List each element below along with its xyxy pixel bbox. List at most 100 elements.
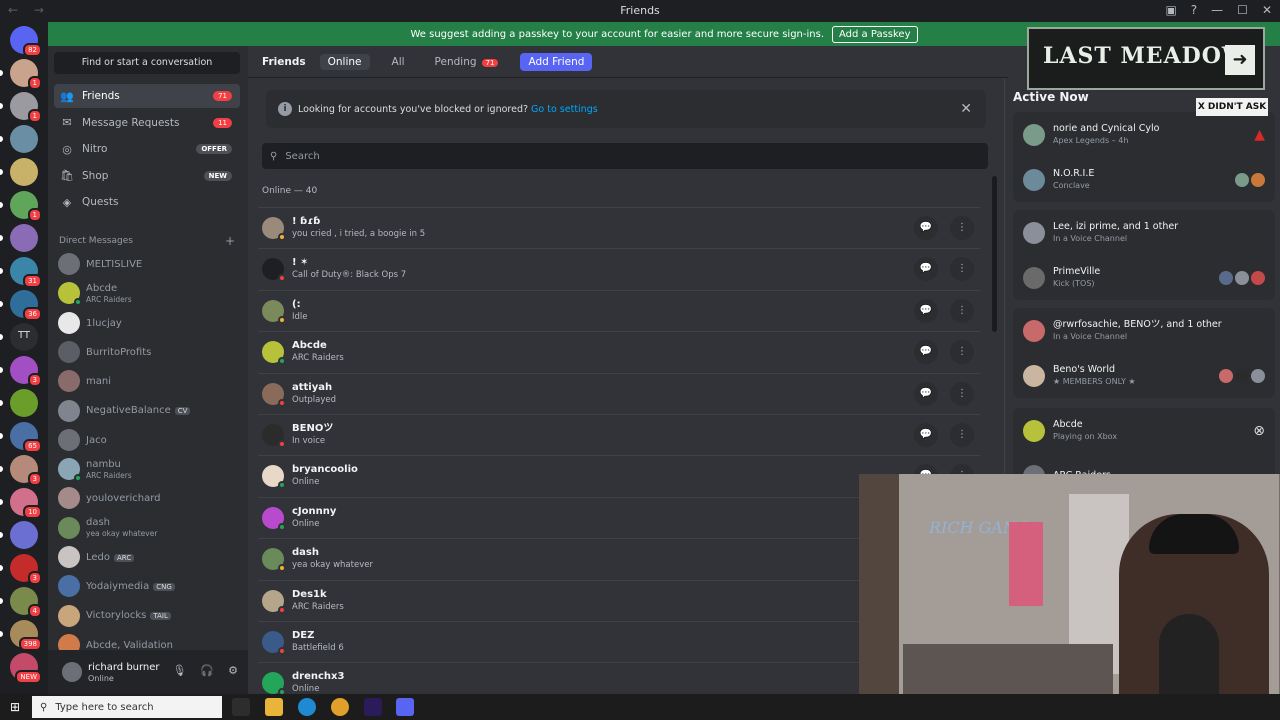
add-passkey-button[interactable]: Add a Passkey — [832, 25, 918, 43]
server-icon[interactable]: 3 — [10, 356, 42, 387]
premiere-icon[interactable] — [364, 698, 382, 716]
tab-pending[interactable]: Pending 71 — [427, 54, 507, 70]
activity-right — [1219, 369, 1265, 383]
sidebar-item-nitro[interactable]: ◎ Nitro OFFER — [54, 137, 240, 161]
discord-taskbar-icon[interactable] — [396, 698, 414, 716]
inbox-icon[interactable]: ▣ — [1165, 3, 1176, 17]
avatar — [58, 399, 80, 422]
close-notice-icon[interactable]: ✕ — [960, 101, 972, 117]
server-icon[interactable]: 31 — [10, 257, 42, 288]
message-icon[interactable]: 💬 — [914, 423, 938, 447]
dm-item[interactable]: nambu ARC Raiders — [54, 455, 240, 483]
file-explorer-icon[interactable] — [265, 698, 283, 716]
server-icon[interactable] — [10, 125, 38, 153]
tab-all[interactable]: All — [384, 54, 413, 70]
friend-row[interactable]: BENOツ In voice 💬 ⋮ — [258, 414, 980, 455]
sidebar-item-message-requests[interactable]: ✉ Message Requests 11 — [54, 111, 240, 135]
message-icon[interactable]: 💬 — [914, 340, 938, 365]
activity-card[interactable]: @rwrfosachie, BENOツ, and 1 other In a Voi… — [1013, 308, 1275, 398]
maximize-button[interactable]: ☐ — [1237, 3, 1248, 17]
server-icon[interactable]: 82 — [10, 26, 42, 57]
dm-item[interactable]: mani — [54, 367, 240, 395]
dm-item[interactable]: Ledo ARC — [54, 543, 240, 571]
unread-pip — [0, 466, 3, 472]
server-icon[interactable]: 10 — [10, 488, 42, 519]
more-options-icon[interactable]: ⋮ — [950, 423, 974, 447]
message-icon[interactable]: 💬 — [914, 381, 938, 406]
friend-row[interactable]: ! ɓɾɓ you cried , i tried, a boogie in 5 💬… — [258, 207, 980, 248]
windows-start-icon[interactable]: ⊞ — [10, 700, 20, 714]
microphone-icon[interactable]: 🎙 — [172, 664, 186, 677]
close-button[interactable]: ✕ — [1262, 3, 1272, 17]
friend-row[interactable]: attiyah Outplayed 💬 ⋮ — [258, 372, 980, 414]
find-conversation-button[interactable]: Find or start a conversation — [54, 52, 240, 74]
activity-card[interactable]: Lee, izi prime, and 1 other In a Voice Ch… — [1013, 210, 1275, 300]
server-icon[interactable] — [10, 521, 38, 549]
server-icon[interactable]: 4 — [10, 587, 42, 618]
go-to-settings-link[interactable]: Go to settings — [531, 104, 598, 115]
dm-item[interactable]: 1lucjay — [54, 309, 240, 337]
message-icon[interactable]: 💬 — [914, 257, 938, 282]
edge-icon[interactable] — [298, 698, 316, 716]
more-options-icon[interactable]: ⋮ — [950, 381, 974, 406]
server-icon[interactable]: 3 — [10, 554, 42, 585]
server-icon[interactable] — [10, 224, 38, 252]
server-icon[interactable]: 1 — [10, 191, 42, 222]
dm-item[interactable]: youloverichard — [54, 484, 240, 512]
server-icon[interactable] — [10, 158, 38, 186]
server-icon[interactable]: 65 — [10, 422, 42, 453]
avatar — [58, 458, 82, 483]
help-icon[interactable]: ? — [1191, 3, 1197, 17]
add-friend-button[interactable]: Add Friend — [520, 52, 593, 71]
more-options-icon[interactable]: ⋮ — [950, 340, 974, 365]
tab-online[interactable]: Online — [319, 53, 370, 70]
more-options-icon[interactable]: ⋮ — [950, 298, 974, 323]
settings-gear-icon[interactable]: ⚙ — [228, 664, 238, 677]
sidebar-item-quests[interactable]: ◈ Quests — [54, 190, 240, 214]
dm-item[interactable]: dash yea okay whatever — [54, 514, 240, 542]
dm-item[interactable]: NegativeBalance CV — [54, 397, 240, 425]
activity-card[interactable]: AbcdePlaying on Xbox⊗ARC Raiders — [1013, 408, 1275, 487]
server-icon[interactable]: TT — [10, 323, 38, 351]
dm-item[interactable]: MELTISLIVE — [54, 250, 240, 278]
taskbar-search-input[interactable]: ⚲ Type here to search — [32, 696, 222, 718]
friend-name: DEZ — [292, 630, 315, 641]
server-icon[interactable]: 3 — [10, 455, 42, 486]
friend-text: ! ✶ Call of Duty®: Black Ops 7 — [292, 256, 406, 282]
message-icon[interactable]: 💬 — [914, 216, 938, 240]
more-options-icon[interactable]: ⋮ — [950, 216, 974, 240]
dm-item[interactable]: Yodaiymedia CNG — [54, 572, 240, 600]
server-icon[interactable]: NEW — [10, 653, 42, 684]
friends-search-input[interactable]: ⚲ Search — [262, 143, 988, 169]
unread-pip — [0, 433, 3, 439]
dm-item[interactable]: Abcde ARC Raiders — [54, 279, 240, 307]
dm-name-row: MELTISLIVE — [86, 258, 142, 270]
headphones-icon[interactable]: 🎧 — [200, 664, 214, 677]
webcam-poster — [1009, 522, 1043, 606]
server-icon[interactable] — [10, 389, 38, 417]
user-avatar[interactable] — [62, 662, 82, 682]
activity-card[interactable]: norie and Cynical Cylo Apex Legends – 4h ▲… — [1013, 112, 1275, 202]
dm-item[interactable]: Victorylocks TAIL — [54, 602, 240, 630]
dm-item[interactable]: BurritoProfits — [54, 338, 240, 366]
more-options-icon[interactable]: ⋮ — [950, 257, 974, 282]
friend-list-scrollbar[interactable] — [992, 176, 997, 332]
chrome-icon[interactable] — [331, 698, 349, 716]
sidebar-item-shop[interactable]: 🛍 Shop NEW — [54, 164, 240, 188]
server-icon[interactable]: 36 — [10, 290, 42, 321]
server-icon[interactable]: 398 — [10, 620, 42, 651]
create-dm-icon[interactable]: + — [225, 234, 235, 248]
dm-item[interactable]: Jaco — [54, 426, 240, 454]
task-view-icon[interactable] — [232, 698, 250, 716]
minimize-button[interactable]: — — [1211, 3, 1223, 17]
message-icon[interactable]: 💬 — [914, 298, 938, 323]
server-icon[interactable]: 1 — [10, 92, 42, 123]
user-name[interactable]: richard burner — [88, 662, 160, 673]
friend-row[interactable]: Abcde ARC Raiders 💬 ⋮ — [258, 331, 980, 372]
server-badge: 3 — [27, 571, 42, 585]
friend-row[interactable]: ! ✶ Call of Duty®: Black Ops 7 💬 ⋮ — [258, 248, 980, 289]
friend-row[interactable]: (: Idle 💬 ⋮ — [258, 289, 980, 331]
sidebar-item-friends[interactable]: 👥 Friends 71 — [54, 84, 240, 108]
server-icon[interactable]: 1 — [10, 59, 42, 90]
dm-text: youloverichard — [86, 492, 160, 504]
